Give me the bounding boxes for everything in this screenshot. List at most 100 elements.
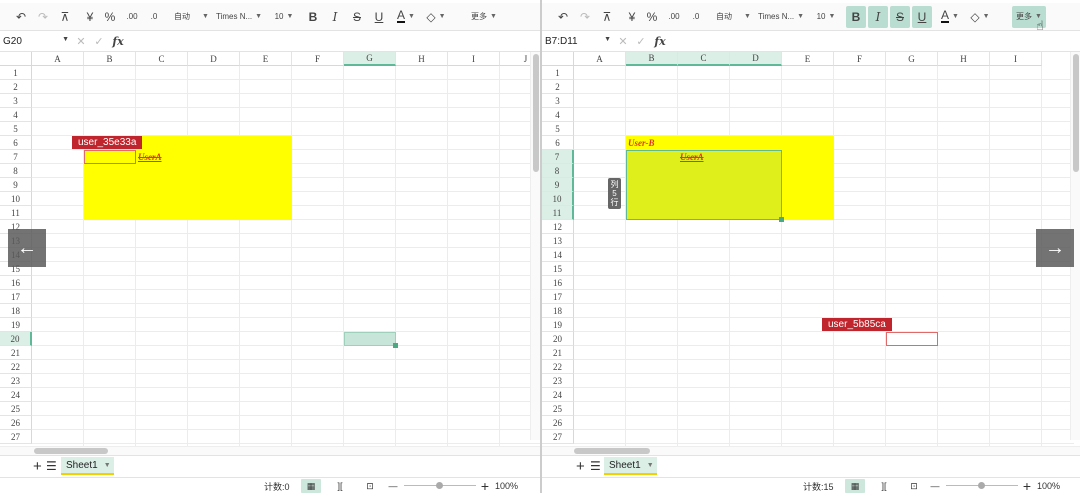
font-name-dropdown[interactable]: Times N... ▼ <box>758 6 810 28</box>
column-header-d[interactable]: D <box>730 52 782 66</box>
italic-button[interactable]: I <box>868 5 888 28</box>
row-header-7[interactable]: 7 <box>0 150 32 164</box>
row-header-23[interactable]: 23 <box>0 374 32 388</box>
font-color-button[interactable]: A ▼ <box>938 6 962 28</box>
confirm-icon[interactable]: ✓ <box>90 35 108 48</box>
row-header-25[interactable]: 25 <box>0 402 32 416</box>
strikethrough-button[interactable]: S <box>348 6 366 28</box>
active-cell-g20[interactable] <box>344 332 396 346</box>
row-header-14[interactable]: 14 <box>542 248 574 262</box>
font-name-dropdown[interactable]: Times N... ▼ <box>216 6 268 28</box>
column-header-f[interactable]: F <box>292 52 344 66</box>
row-header-12[interactable]: 12 <box>542 220 574 234</box>
scroll-thumb[interactable] <box>574 448 650 454</box>
column-header-d[interactable]: D <box>188 52 240 66</box>
column-header-i[interactable]: I <box>448 52 500 66</box>
scroll-thumb[interactable] <box>533 54 539 172</box>
row-header-23[interactable]: 23 <box>542 374 574 388</box>
column-header-a[interactable]: A <box>574 52 626 66</box>
column-header-b[interactable]: B <box>84 52 136 66</box>
row-header-13[interactable]: 13 <box>542 234 574 248</box>
row-header-3[interactable]: 3 <box>0 94 32 108</box>
page-break-view-icon[interactable]: ][ <box>330 479 350 493</box>
select-all-corner[interactable] <box>0 52 32 66</box>
bold-button[interactable]: B <box>846 5 866 28</box>
left-vertical-scrollbar[interactable] <box>530 52 540 440</box>
row-header-18[interactable]: 18 <box>542 304 574 318</box>
zoom-in-icon[interactable]: + <box>1020 478 1034 493</box>
row-header-16[interactable]: 16 <box>542 276 574 290</box>
scroll-thumb[interactable] <box>34 448 108 454</box>
fill-color-button[interactable]: ◇ ▼ <box>424 6 448 28</box>
row-header-22[interactable]: 22 <box>0 360 32 374</box>
format-painter-icon[interactable]: ⊼ <box>598 6 616 28</box>
undo-icon[interactable]: ↶ <box>12 6 30 28</box>
column-header-g[interactable]: G <box>344 52 396 66</box>
column-header-g[interactable]: G <box>886 52 938 66</box>
formula-input[interactable] <box>670 31 1080 51</box>
page-layout-view-icon[interactable]: ⊡ <box>360 479 380 493</box>
row-header-27[interactable]: 27 <box>542 430 574 444</box>
bold-button[interactable]: B <box>304 6 322 28</box>
number-format-dropdown[interactable]: 自动 ▼ <box>174 6 212 28</box>
name-box[interactable]: B7:D11 ▼ <box>542 31 614 51</box>
sheet-menu-icon[interactable]: ☰ <box>46 459 57 473</box>
font-size-dropdown[interactable]: 10 ▼ <box>270 6 298 28</box>
row-header-18[interactable]: 18 <box>0 304 32 318</box>
column-header-c[interactable]: C <box>678 52 730 66</box>
fx-icon[interactable]: fx <box>650 35 670 48</box>
underline-button[interactable]: U <box>370 6 388 28</box>
column-header-c[interactable]: C <box>136 52 188 66</box>
row-header-1[interactable]: 1 <box>542 66 574 80</box>
column-header-h[interactable]: H <box>396 52 448 66</box>
zoom-slider-knob[interactable] <box>436 482 443 489</box>
undo-icon[interactable]: ↶ <box>554 6 572 28</box>
select-all-corner[interactable] <box>542 52 574 66</box>
column-header-i[interactable]: I <box>990 52 1042 66</box>
fill-color-button[interactable]: ◇ ▼ <box>968 6 992 28</box>
row-header-27[interactable]: 27 <box>0 430 32 444</box>
redo-icon[interactable]: ↷ <box>576 6 594 28</box>
font-size-dropdown[interactable]: 10 ▼ <box>812 6 840 28</box>
zoom-slider-knob[interactable] <box>978 482 985 489</box>
decimal-decrease-icon[interactable]: .0 <box>144 6 164 28</box>
column-header-a[interactable]: A <box>32 52 84 66</box>
scroll-thumb[interactable] <box>1073 54 1079 172</box>
row-header-8[interactable]: 8 <box>542 164 574 178</box>
column-header-f[interactable]: F <box>834 52 886 66</box>
row-header-20[interactable]: 20 <box>0 332 32 346</box>
row-header-25[interactable]: 25 <box>542 402 574 416</box>
percent-icon[interactable]: % <box>102 6 118 28</box>
row-header-21[interactable]: 21 <box>0 346 32 360</box>
prev-arrow-button[interactable]: ← <box>8 229 46 267</box>
fill-handle[interactable] <box>393 343 398 348</box>
row-header-7[interactable]: 7 <box>542 150 574 164</box>
row-header-9[interactable]: 9 <box>0 178 32 192</box>
row-header-5[interactable]: 5 <box>542 122 574 136</box>
zoom-out-icon[interactable]: — <box>928 479 942 493</box>
right-horizontal-scrollbar[interactable] <box>542 446 1080 455</box>
number-format-dropdown[interactable]: 自动 ▼ <box>716 6 754 28</box>
zoom-in-icon[interactable]: + <box>478 478 492 493</box>
row-header-16[interactable]: 16 <box>0 276 32 290</box>
decimal-decrease-icon[interactable]: .0 <box>686 6 706 28</box>
normal-view-icon[interactable]: ▦ <box>301 479 321 493</box>
row-header-10[interactable]: 10 <box>542 192 574 206</box>
page-break-view-icon[interactable]: ][ <box>874 479 894 493</box>
row-header-21[interactable]: 21 <box>542 346 574 360</box>
redo-icon[interactable]: ↷ <box>34 6 52 28</box>
fx-icon[interactable]: fx <box>108 35 128 48</box>
row-header-15[interactable]: 15 <box>542 262 574 276</box>
right-cell-grid[interactable]: A B C D E F G H I 1 2 3 4 5 6 7 8 9 10 11 12 13 14 15 16 17 18 19 20… <box>542 52 1080 448</box>
row-header-8[interactable]: 8 <box>0 164 32 178</box>
row-header-6[interactable]: 6 <box>0 136 32 150</box>
decimal-increase-icon[interactable]: .00 <box>664 6 684 28</box>
row-header-26[interactable]: 26 <box>542 416 574 430</box>
row-header-19[interactable]: 19 <box>0 318 32 332</box>
currency-icon[interactable]: ¥ <box>82 6 98 28</box>
row-header-4[interactable]: 4 <box>0 108 32 122</box>
page-layout-view-icon[interactable]: ⊡ <box>904 479 924 493</box>
more-button[interactable]: 更多 ▼ <box>468 6 500 28</box>
row-header-5[interactable]: 5 <box>0 122 32 136</box>
left-cell-grid[interactable]: ABCDEFGHIJ123456789101112131415161718192… <box>0 52 540 448</box>
